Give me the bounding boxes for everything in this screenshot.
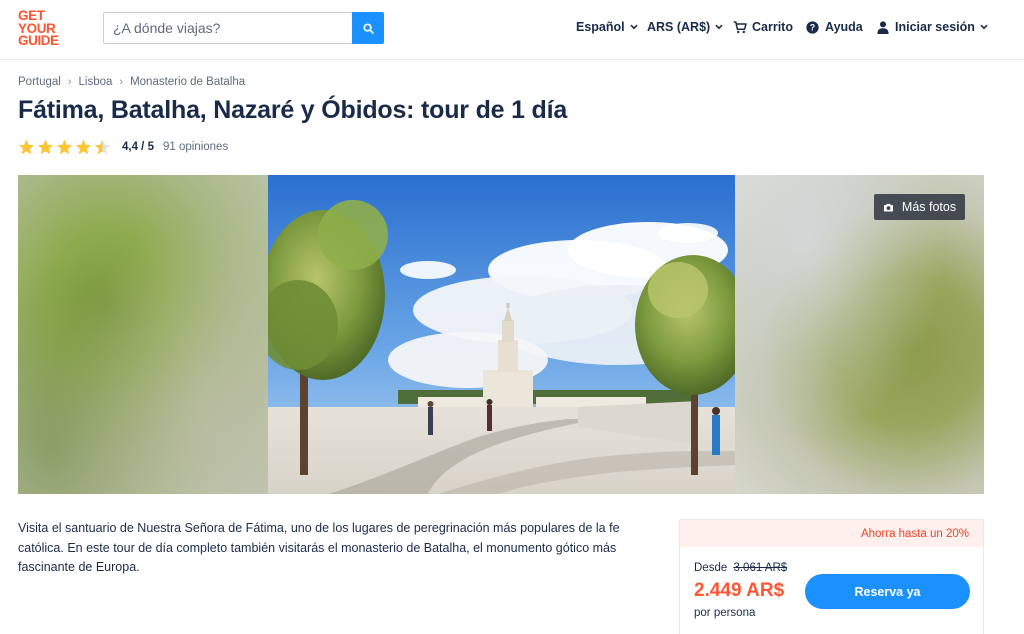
gallery-photo-right[interactable]	[735, 175, 984, 494]
breadcrumb-separator-icon: ›	[119, 76, 124, 88]
star-full-icon	[37, 139, 54, 155]
cart-link[interactable]: Carrito	[733, 18, 793, 36]
camera-icon	[883, 203, 893, 211]
login-link[interactable]: Iniciar sesión	[877, 18, 988, 36]
savings-text: Ahorra hasta un 20%	[860, 527, 969, 540]
price-from-label: Desde	[694, 562, 728, 574]
cart-label: Carrito	[752, 20, 793, 34]
booking-card: Ahorra hasta un 20% Desde 3.061 AR$ 2.44…	[679, 519, 984, 634]
help-label: Ayuda	[825, 20, 863, 34]
getyourguide-logo[interactable]: GET YOUR GUIDE	[18, 9, 66, 48]
more-photos-label: Más fotos	[901, 200, 957, 214]
user-icon	[877, 20, 889, 34]
savings-banner: Ahorra hasta un 20%	[680, 520, 983, 547]
language-selector[interactable]: Español	[576, 18, 638, 36]
currency-label: ARS (AR$)	[647, 20, 711, 34]
original-price: 3.061 AR$	[733, 562, 788, 574]
help-icon: ?	[806, 20, 819, 34]
current-price: 2.449 AR$	[694, 580, 785, 601]
breadcrumb-item-portugal[interactable]: Portugal	[18, 76, 61, 88]
book-now-button[interactable]: Reserva ya	[805, 574, 970, 609]
chevron-down-icon	[980, 24, 988, 30]
search-button[interactable]	[352, 12, 384, 44]
search-input[interactable]	[104, 13, 353, 43]
star-full-icon	[56, 139, 73, 155]
page-title: Fátima, Batalha, Nazaré y Óbidos: tour d…	[18, 96, 568, 124]
breadcrumb-item-lisboa[interactable]: Lisboa	[79, 76, 113, 88]
photo-gallery: Más fotos	[18, 175, 984, 494]
logo-line-3: GUIDE	[18, 33, 59, 48]
reviews-link[interactable]: 91 opiniones	[163, 141, 228, 153]
per-person-label: por persona	[694, 607, 756, 619]
site-header: GET YOUR GUIDE Español ARS (AR$) Carrito…	[0, 0, 1024, 60]
currency-selector[interactable]: ARS (AR$)	[647, 18, 723, 36]
more-photos-button[interactable]: Más fotos	[874, 194, 965, 220]
gallery-photo-left[interactable]	[18, 175, 268, 494]
svg-text:?: ?	[810, 22, 815, 32]
breadcrumb-separator-icon: ›	[67, 76, 72, 88]
gallery-photo-main[interactable]	[268, 175, 735, 494]
star-half-icon	[94, 139, 111, 155]
language-label: Español	[576, 20, 625, 34]
rating-score: 4,4 / 5	[122, 141, 154, 153]
star-full-icon	[75, 139, 92, 155]
login-label: Iniciar sesión	[895, 20, 975, 34]
chevron-down-icon	[715, 24, 723, 30]
star-full-icon	[18, 139, 35, 155]
cart-icon	[733, 20, 747, 33]
breadcrumb: Portugal › Lisboa › Monasterio de Batalh…	[18, 76, 245, 88]
rating-summary: 4,4 / 5 91 opiniones	[18, 138, 228, 156]
star-rating	[18, 139, 113, 155]
search-icon	[362, 22, 374, 34]
tour-description: Visita el santuario de Nuestra Señora de…	[18, 521, 620, 574]
help-link[interactable]: ? Ayuda	[806, 18, 863, 36]
breadcrumb-item-batalha[interactable]: Monasterio de Batalha	[130, 76, 245, 88]
chevron-down-icon	[630, 24, 638, 30]
search-box	[103, 12, 384, 44]
price-from: Desde 3.061 AR$	[694, 562, 787, 574]
